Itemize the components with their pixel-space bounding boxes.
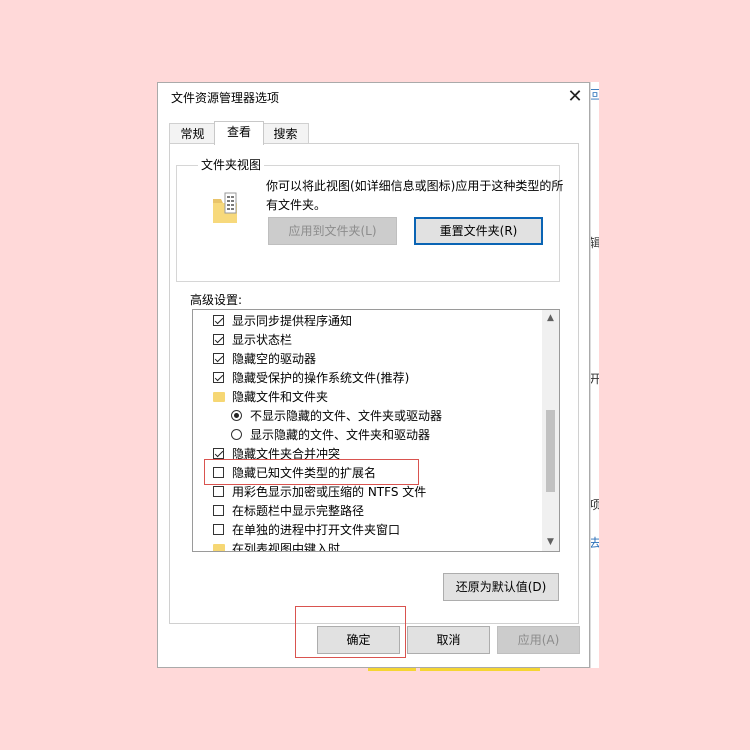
scroll-up-icon[interactable]: ▲ xyxy=(542,310,559,327)
folder-view-icon xyxy=(213,192,237,223)
checkbox[interactable] xyxy=(213,334,224,345)
checkbox[interactable] xyxy=(213,448,224,459)
folder-views-legend: 文件夹视图 xyxy=(198,156,265,173)
list-item-label: 不显示隐藏的文件、文件夹或驱动器 xyxy=(250,409,443,423)
bg-glyph: 回 xyxy=(591,86,599,103)
radio-button[interactable] xyxy=(231,410,242,421)
checkbox[interactable] xyxy=(213,467,224,478)
list-item-label: 隐藏空的驱动器 xyxy=(232,352,317,366)
tab-general[interactable]: 常规 xyxy=(169,123,216,144)
checkbox[interactable] xyxy=(213,505,224,516)
checkbox[interactable] xyxy=(213,315,224,326)
list-item-label: 隐藏已知文件类型的扩展名 xyxy=(232,466,377,480)
scroll-down-icon[interactable]: ▼ xyxy=(542,534,559,551)
bg-glyph: 开 xyxy=(591,370,599,387)
description-line: 有文件夹。 xyxy=(266,198,327,212)
list-item-label: 隐藏文件和文件夹 xyxy=(232,390,329,404)
tab-view[interactable]: 查看 xyxy=(214,121,264,145)
list-item-label: 显示同步提供程序通知 xyxy=(232,314,353,328)
list-item-label: 隐藏文件夹合并冲突 xyxy=(232,447,341,461)
list-item-label: 隐藏受保护的操作系统文件(推荐) xyxy=(232,371,410,385)
tab-search[interactable]: 搜索 xyxy=(262,123,309,144)
list-item-label: 在标题栏中显示完整路径 xyxy=(232,504,365,518)
close-icon[interactable]: ✕ xyxy=(563,85,587,109)
list-item-label: 在列表视图中键入时 xyxy=(232,542,341,552)
description-line: 你可以将此视图(如详细信息或图标)应用于这种类型的所 xyxy=(266,179,564,193)
dialog-title: 文件资源管理器选项 xyxy=(171,91,280,105)
bg-glyph: 去 xyxy=(591,534,599,551)
advanced-settings-label: 高级设置: xyxy=(190,293,243,307)
bg-glyph: 辑 xyxy=(591,234,599,251)
cancel-button[interactable]: 取消 xyxy=(407,626,490,654)
list-item-label: 在单独的进程中打开文件夹窗口 xyxy=(232,523,401,537)
reset-folders-button[interactable]: 重置文件夹(R) xyxy=(414,217,543,245)
apply-to-folders-button[interactable]: 应用到文件夹(L) xyxy=(268,217,397,245)
restore-defaults-button[interactable]: 还原为默认值(D) xyxy=(443,573,559,601)
advanced-settings-list[interactable]: 显示同步提供程序通知 显示状态栏 隐藏空的驱动器 隐藏受保护的操作系统文件(推荐… xyxy=(192,309,560,552)
apply-button[interactable]: 应用(A) xyxy=(497,626,580,654)
checkbox[interactable] xyxy=(213,524,224,535)
folder-views-description: 你可以将此视图(如详细信息或图标)应用于这种类型的所 有文件夹。 xyxy=(266,177,566,215)
checkbox[interactable] xyxy=(213,486,224,497)
checkbox[interactable] xyxy=(213,372,224,383)
bg-glyph: 项 xyxy=(591,496,599,513)
folder-icon xyxy=(213,392,225,402)
list-scrollbar[interactable]: ▲ ▼ xyxy=(542,310,559,551)
list-item-label: 显示隐藏的文件、文件夹和驱动器 xyxy=(250,428,431,442)
radio-button[interactable] xyxy=(231,429,242,440)
folder-icon xyxy=(213,544,225,551)
checkbox[interactable] xyxy=(213,353,224,364)
scroll-thumb[interactable] xyxy=(546,410,555,492)
list-item-label: 显示状态栏 xyxy=(232,333,293,347)
background-window-edge: 回 辑 开 项 去 xyxy=(590,82,599,668)
list-item-label: 用彩色显示加密或压缩的 NTFS 文件 xyxy=(232,485,427,499)
ok-button[interactable]: 确定 xyxy=(317,626,400,654)
folder-options-dialog: 文件资源管理器选项 ✕ 常规 查看 搜索 文件夹视图 你可以将此视图(如详细信息… xyxy=(157,82,590,668)
